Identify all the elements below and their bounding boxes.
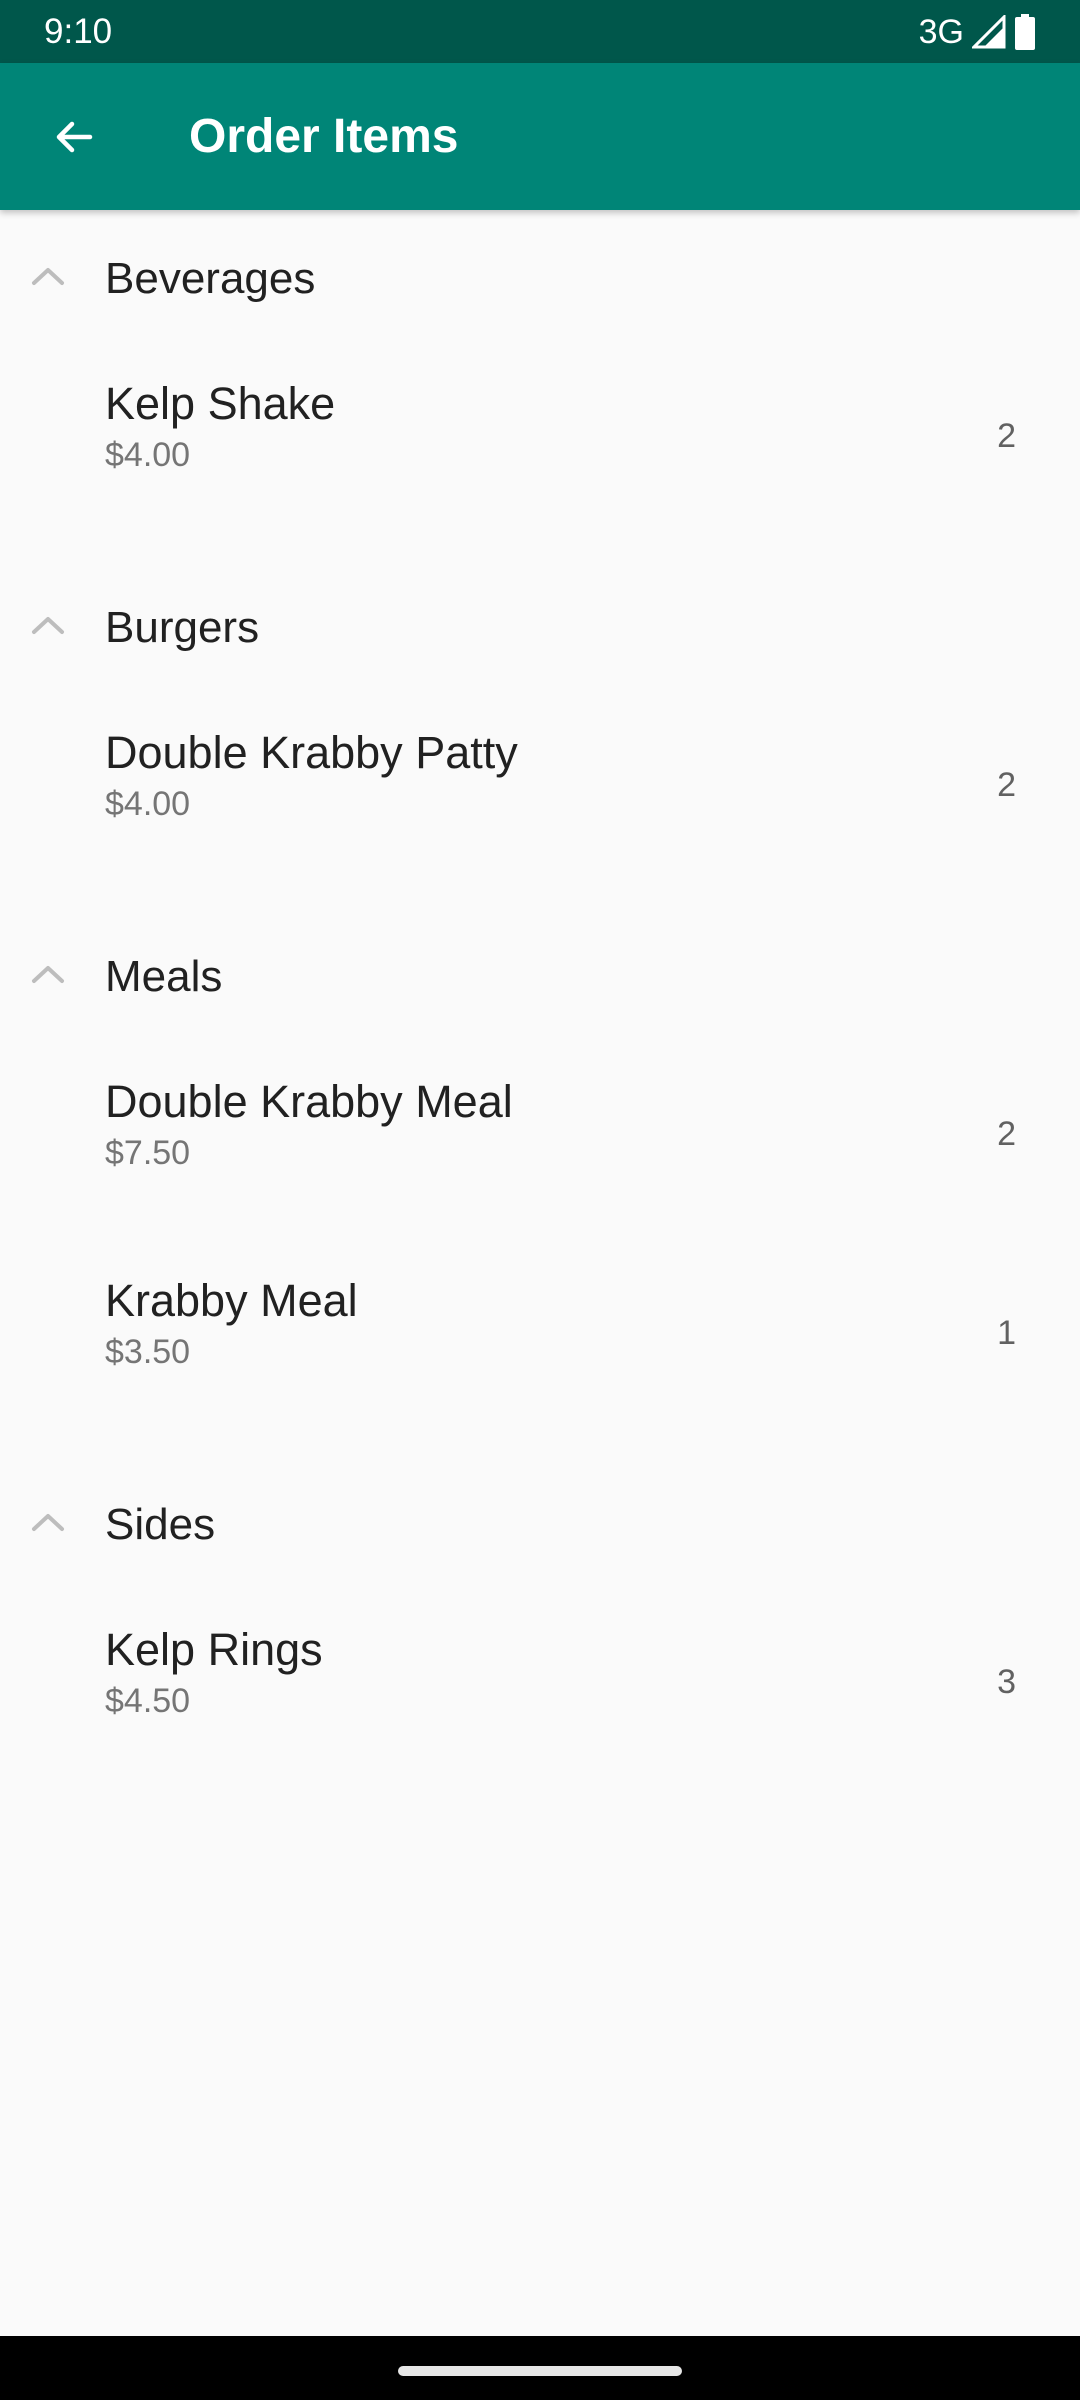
item-quantity: 2 — [997, 417, 1016, 455]
list-item[interactable]: Kelp Rings $4.50 3 — [0, 1606, 1080, 1805]
item-price: $3.50 — [105, 1333, 191, 1371]
chevron-up-icon[interactable] — [28, 261, 68, 291]
network-type-label: 3G — [918, 13, 964, 51]
navigation-bar — [0, 2336, 1080, 2400]
list-item[interactable]: Krabby Meal $3.50 1 — [0, 1257, 1080, 1456]
group-header-sides[interactable]: Sides — [0, 1456, 1080, 1606]
item-price: $7.50 — [105, 1134, 191, 1172]
group-title: Sides — [105, 1500, 216, 1549]
group-title: Beverages — [105, 254, 316, 303]
back-button[interactable] — [30, 93, 118, 181]
status-icons: 3G — [919, 10, 1036, 54]
group-title: Burgers — [105, 603, 260, 652]
list-item[interactable]: Double Krabby Meal $7.50 2 — [0, 1058, 1080, 1257]
item-name: Krabby Meal — [105, 1275, 358, 1326]
item-name: Kelp Shake — [105, 378, 336, 429]
order-items-list: Beverages Kelp Shake $4.00 2 Burgers Dou… — [0, 210, 1080, 1805]
item-name: Double Krabby Meal — [105, 1076, 513, 1127]
item-quantity: 3 — [997, 1663, 1016, 1701]
item-price: $4.00 — [105, 785, 191, 823]
item-quantity: 2 — [997, 1115, 1016, 1153]
group-title: Meals — [105, 952, 223, 1001]
item-quantity: 2 — [997, 766, 1016, 804]
arrow-back-icon — [56, 121, 93, 153]
status-time: 9:10 — [44, 12, 113, 51]
app-bar: Order Items — [0, 63, 1080, 210]
chevron-up-icon[interactable] — [28, 610, 68, 640]
group-header-burgers[interactable]: Burgers — [0, 559, 1080, 709]
status-bar: 9:10 3G — [0, 0, 1080, 63]
item-price: $4.00 — [105, 436, 191, 474]
group-header-meals[interactable]: Meals — [0, 908, 1080, 1058]
chevron-up-icon[interactable] — [28, 959, 68, 989]
item-price: $4.50 — [105, 1682, 191, 1720]
chevron-up-icon[interactable] — [28, 1507, 68, 1537]
page-title: Order Items — [189, 110, 459, 163]
list-item[interactable]: Double Krabby Patty $4.00 2 — [0, 709, 1080, 908]
signal-icon — [972, 15, 1006, 49]
list-item[interactable]: Kelp Shake $4.00 2 — [0, 360, 1080, 559]
home-gesture-handle[interactable] — [398, 2366, 682, 2376]
battery-icon — [1015, 14, 1035, 50]
group-header-beverages[interactable]: Beverages — [0, 210, 1080, 360]
item-name: Double Krabby Patty — [105, 727, 518, 778]
item-name: Kelp Rings — [105, 1624, 323, 1675]
item-quantity: 1 — [997, 1314, 1016, 1352]
